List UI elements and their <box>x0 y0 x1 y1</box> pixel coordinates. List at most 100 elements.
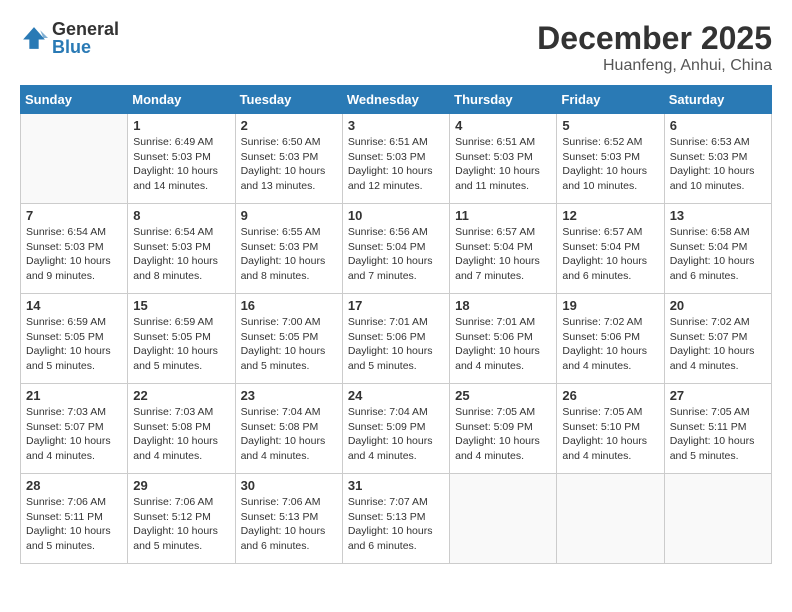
calendar-week-1: 1Sunrise: 6:49 AM Sunset: 5:03 PM Daylig… <box>21 114 772 204</box>
calendar-cell: 6 Sunrise: 6:53 AM Sunset: 5:03 PM Daylig… <box>664 114 771 204</box>
day-number: 2 <box>241 118 337 133</box>
day-info: Sunrise: 7:02 AM Sunset: 5:06 PM Dayligh… <box>562 315 658 374</box>
logo: General Blue <box>20 20 119 56</box>
calendar-cell: 30 Sunrise: 7:06 AM Sunset: 5:13 PM Dayli… <box>235 474 342 564</box>
calendar-cell: 15 Sunrise: 6:59 AM Sunset: 5:05 PM Dayli… <box>128 294 235 384</box>
day-number: 29 <box>133 478 229 493</box>
day-info: Sunrise: 6:55 AM Sunset: 5:03 PM Dayligh… <box>241 225 337 284</box>
calendar-cell: 3Sunrise: 6:51 AM Sunset: 5:03 PM Daylig… <box>342 114 449 204</box>
calendar-cell: 29 Sunrise: 7:06 AM Sunset: 5:12 PM Dayli… <box>128 474 235 564</box>
day-number: 24 <box>348 388 444 403</box>
calendar-week-4: 21Sunrise: 7:03 AM Sunset: 5:07 PM Dayli… <box>21 384 772 474</box>
day-number: 5 <box>562 118 658 133</box>
calendar-cell: 9Sunrise: 6:55 AM Sunset: 5:03 PM Daylig… <box>235 204 342 294</box>
location-title: Huanfeng, Anhui, China <box>537 57 772 75</box>
calendar-cell: 1Sunrise: 6:49 AM Sunset: 5:03 PM Daylig… <box>128 114 235 204</box>
calendar-cell <box>557 474 664 564</box>
calendar-header-row: SundayMondayTuesdayWednesdayThursdayFrid… <box>21 86 772 114</box>
calendar-cell: 26 Sunrise: 7:05 AM Sunset: 5:10 PM Dayli… <box>557 384 664 474</box>
weekday-header-friday: Friday <box>557 86 664 114</box>
day-number: 19 <box>562 298 658 313</box>
calendar-cell: 8 Sunrise: 6:54 AM Sunset: 5:03 PM Daylig… <box>128 204 235 294</box>
weekday-header-thursday: Thursday <box>450 86 557 114</box>
calendar-table: SundayMondayTuesdayWednesdayThursdayFrid… <box>20 85 772 564</box>
calendar-week-2: 7Sunrise: 6:54 AM Sunset: 5:03 PM Daylig… <box>21 204 772 294</box>
weekday-header-monday: Monday <box>128 86 235 114</box>
calendar-cell: 13Sunrise: 6:58 AM Sunset: 5:04 PM Dayli… <box>664 204 771 294</box>
day-info: Sunrise: 6:57 AM Sunset: 5:04 PM Dayligh… <box>562 225 658 284</box>
calendar-cell: 5 Sunrise: 6:52 AM Sunset: 5:03 PM Daylig… <box>557 114 664 204</box>
day-number: 28 <box>26 478 122 493</box>
day-number: 17 <box>348 298 444 313</box>
day-info: Sunrise: 6:50 AM Sunset: 5:03 PM Dayligh… <box>241 135 337 194</box>
calendar-cell <box>450 474 557 564</box>
day-info: Sunrise: 7:06 AM Sunset: 5:13 PM Dayligh… <box>241 495 337 554</box>
day-number: 14 <box>26 298 122 313</box>
day-number: 12 <box>562 208 658 223</box>
day-number: 23 <box>241 388 337 403</box>
calendar-cell: 20Sunrise: 7:02 AM Sunset: 5:07 PM Dayli… <box>664 294 771 384</box>
day-number: 13 <box>670 208 766 223</box>
calendar-cell <box>664 474 771 564</box>
day-info: Sunrise: 6:57 AM Sunset: 5:04 PM Dayligh… <box>455 225 551 284</box>
calendar-cell: 7Sunrise: 6:54 AM Sunset: 5:03 PM Daylig… <box>21 204 128 294</box>
day-info: Sunrise: 7:01 AM Sunset: 5:06 PM Dayligh… <box>348 315 444 374</box>
logo-general: General <box>52 20 119 38</box>
day-info: Sunrise: 7:03 AM Sunset: 5:08 PM Dayligh… <box>133 405 229 464</box>
calendar-cell: 16 Sunrise: 7:00 AM Sunset: 5:05 PM Dayli… <box>235 294 342 384</box>
calendar-cell: 21Sunrise: 7:03 AM Sunset: 5:07 PM Dayli… <box>21 384 128 474</box>
day-number: 22 <box>133 388 229 403</box>
calendar-cell: 19 Sunrise: 7:02 AM Sunset: 5:06 PM Dayli… <box>557 294 664 384</box>
day-number: 15 <box>133 298 229 313</box>
day-info: Sunrise: 6:51 AM Sunset: 5:03 PM Dayligh… <box>455 135 551 194</box>
weekday-header-sunday: Sunday <box>21 86 128 114</box>
calendar-cell: 25 Sunrise: 7:05 AM Sunset: 5:09 PM Dayli… <box>450 384 557 474</box>
calendar-cell: 22 Sunrise: 7:03 AM Sunset: 5:08 PM Dayli… <box>128 384 235 474</box>
day-info: Sunrise: 6:59 AM Sunset: 5:05 PM Dayligh… <box>26 315 122 374</box>
calendar-cell: 2 Sunrise: 6:50 AM Sunset: 5:03 PM Daylig… <box>235 114 342 204</box>
calendar-cell: 11Sunrise: 6:57 AM Sunset: 5:04 PM Dayli… <box>450 204 557 294</box>
day-info: Sunrise: 7:04 AM Sunset: 5:09 PM Dayligh… <box>348 405 444 464</box>
calendar-cell: 24 Sunrise: 7:04 AM Sunset: 5:09 PM Dayli… <box>342 384 449 474</box>
day-info: Sunrise: 7:06 AM Sunset: 5:11 PM Dayligh… <box>26 495 122 554</box>
day-info: Sunrise: 7:00 AM Sunset: 5:05 PM Dayligh… <box>241 315 337 374</box>
day-number: 10 <box>348 208 444 223</box>
calendar-cell: 14 Sunrise: 6:59 AM Sunset: 5:05 PM Dayli… <box>21 294 128 384</box>
day-info: Sunrise: 6:52 AM Sunset: 5:03 PM Dayligh… <box>562 135 658 194</box>
day-number: 26 <box>562 388 658 403</box>
day-number: 6 <box>670 118 766 133</box>
day-info: Sunrise: 7:05 AM Sunset: 5:09 PM Dayligh… <box>455 405 551 464</box>
calendar-cell: 4 Sunrise: 6:51 AM Sunset: 5:03 PM Daylig… <box>450 114 557 204</box>
month-title: December 2025 <box>537 20 772 57</box>
calendar-cell: 28 Sunrise: 7:06 AM Sunset: 5:11 PM Dayli… <box>21 474 128 564</box>
day-number: 30 <box>241 478 337 493</box>
day-info: Sunrise: 7:06 AM Sunset: 5:12 PM Dayligh… <box>133 495 229 554</box>
logo-icon <box>20 24 48 52</box>
day-info: Sunrise: 6:51 AM Sunset: 5:03 PM Dayligh… <box>348 135 444 194</box>
day-info: Sunrise: 7:02 AM Sunset: 5:07 PM Dayligh… <box>670 315 766 374</box>
day-info: Sunrise: 7:07 AM Sunset: 5:13 PM Dayligh… <box>348 495 444 554</box>
calendar-cell: 27Sunrise: 7:05 AM Sunset: 5:11 PM Dayli… <box>664 384 771 474</box>
day-number: 4 <box>455 118 551 133</box>
calendar-week-5: 28 Sunrise: 7:06 AM Sunset: 5:11 PM Dayli… <box>21 474 772 564</box>
day-number: 8 <box>133 208 229 223</box>
day-number: 16 <box>241 298 337 313</box>
title-block: December 2025 Huanfeng, Anhui, China <box>537 20 772 75</box>
day-info: Sunrise: 6:59 AM Sunset: 5:05 PM Dayligh… <box>133 315 229 374</box>
day-info: Sunrise: 7:03 AM Sunset: 5:07 PM Dayligh… <box>26 405 122 464</box>
day-info: Sunrise: 6:53 AM Sunset: 5:03 PM Dayligh… <box>670 135 766 194</box>
calendar-week-3: 14 Sunrise: 6:59 AM Sunset: 5:05 PM Dayli… <box>21 294 772 384</box>
weekday-header-saturday: Saturday <box>664 86 771 114</box>
calendar-cell: 17 Sunrise: 7:01 AM Sunset: 5:06 PM Dayli… <box>342 294 449 384</box>
day-info: Sunrise: 7:05 AM Sunset: 5:11 PM Dayligh… <box>670 405 766 464</box>
day-info: Sunrise: 7:01 AM Sunset: 5:06 PM Dayligh… <box>455 315 551 374</box>
day-info: Sunrise: 6:56 AM Sunset: 5:04 PM Dayligh… <box>348 225 444 284</box>
day-number: 25 <box>455 388 551 403</box>
day-info: Sunrise: 7:05 AM Sunset: 5:10 PM Dayligh… <box>562 405 658 464</box>
calendar-cell: 31Sunrise: 7:07 AM Sunset: 5:13 PM Dayli… <box>342 474 449 564</box>
logo-blue: Blue <box>52 38 119 56</box>
calendar-cell: 12 Sunrise: 6:57 AM Sunset: 5:04 PM Dayli… <box>557 204 664 294</box>
calendar-cell <box>21 114 128 204</box>
day-info: Sunrise: 6:54 AM Sunset: 5:03 PM Dayligh… <box>133 225 229 284</box>
day-info: Sunrise: 6:54 AM Sunset: 5:03 PM Dayligh… <box>26 225 122 284</box>
